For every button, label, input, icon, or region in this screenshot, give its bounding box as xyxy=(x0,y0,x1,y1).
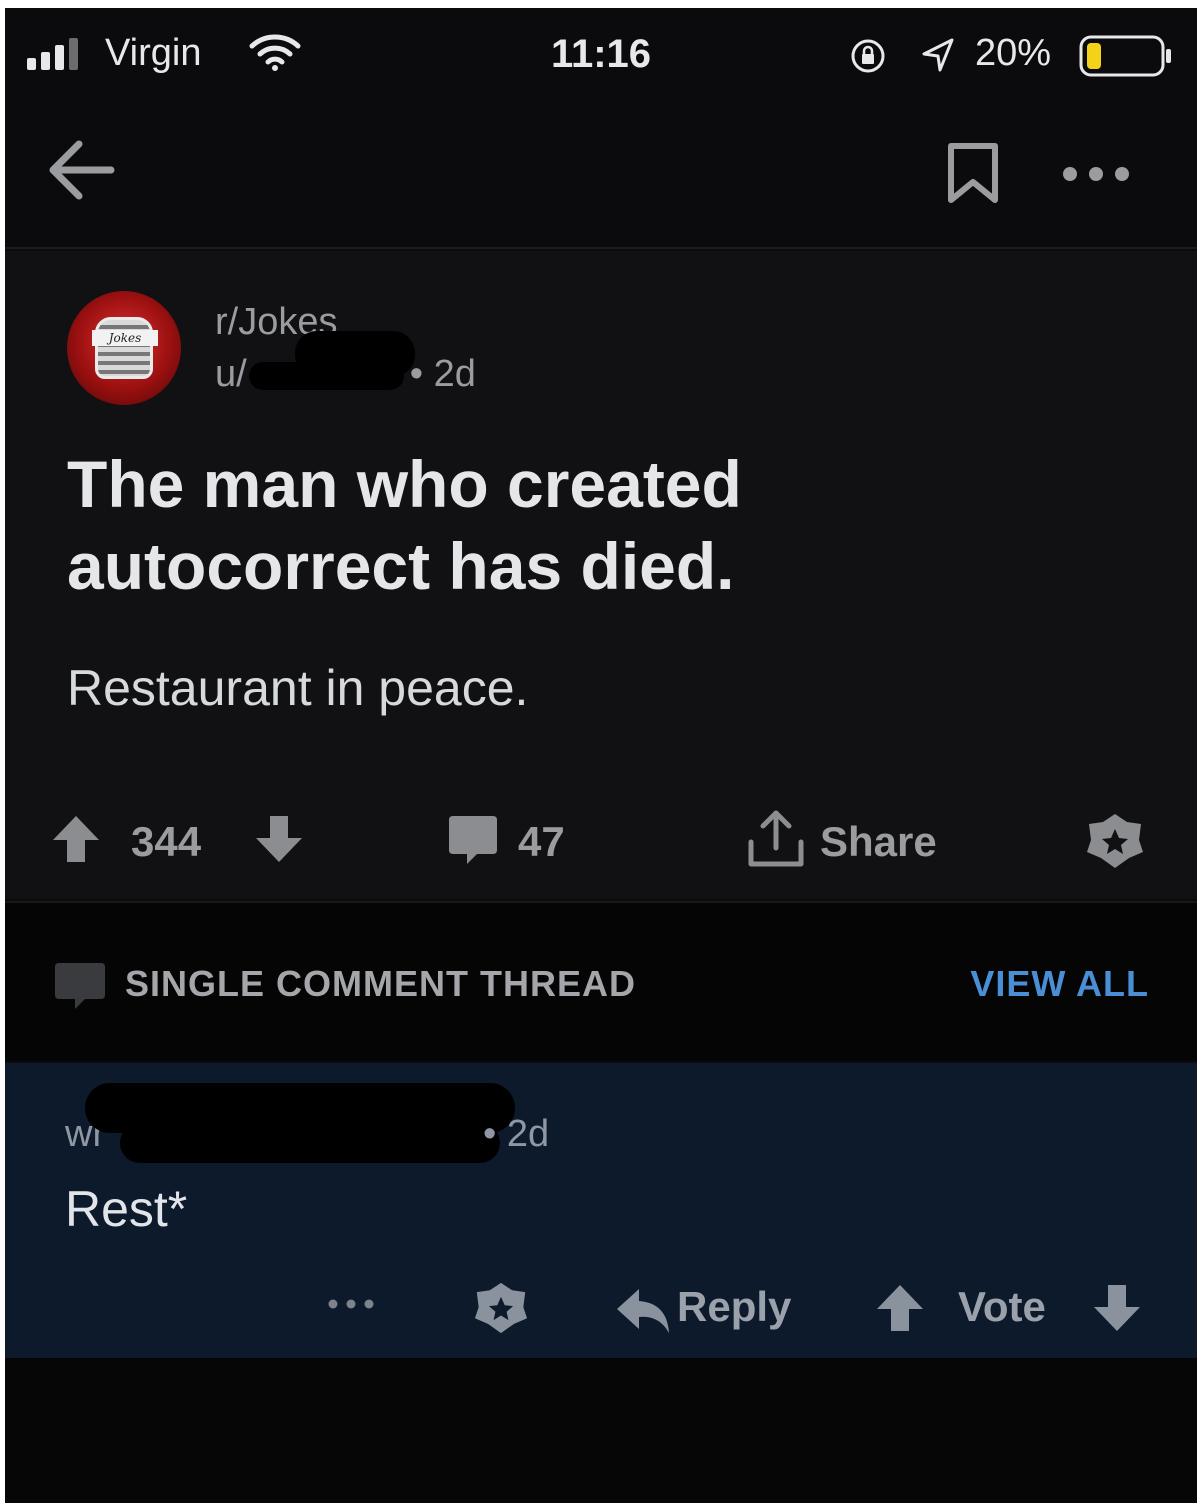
navigation-bar xyxy=(5,94,1197,249)
award-icon[interactable] xyxy=(473,1281,529,1335)
reply-button[interactable]: Reply xyxy=(677,1283,791,1331)
thread-title: SINGLE COMMENT THREAD xyxy=(125,963,636,1004)
bookmark-icon[interactable] xyxy=(943,142,1003,204)
subreddit-avatar[interactable]: Jokes xyxy=(67,291,181,405)
upvote-icon[interactable] xyxy=(49,812,103,866)
post-action-bar: 344 47 Share xyxy=(5,806,1197,876)
downvote-icon[interactable] xyxy=(252,812,306,866)
comment-bubble-icon[interactable] xyxy=(445,814,501,868)
award-icon[interactable] xyxy=(1085,812,1145,870)
highlighted-comment: wr • 2d Rest* Reply Vote xyxy=(5,1063,1197,1358)
rotation-lock-icon xyxy=(851,39,885,73)
post-title: The man who created autocorrect has died… xyxy=(67,447,742,603)
reply-arrow-icon[interactable] xyxy=(615,1285,671,1337)
username-redaction-blob xyxy=(295,331,415,377)
comment-bubble-icon xyxy=(55,963,105,1009)
view-all-button[interactable]: VIEW ALL xyxy=(970,963,1149,1005)
back-arrow-icon[interactable] xyxy=(45,134,117,206)
single-comment-thread-header: SINGLE COMMENT THREAD VIEW ALL xyxy=(5,901,1197,1061)
share-icon[interactable] xyxy=(743,808,809,874)
post-body: Restaurant in peace. xyxy=(67,660,529,716)
comment-author[interactable]: wr xyxy=(65,1083,515,1163)
post-card: Jokes r/Jokes u/• 2d The man who created… xyxy=(5,251,1197,899)
comment-age: • 2d xyxy=(483,1113,550,1155)
avatar-logo-text: Jokes xyxy=(92,330,158,346)
more-options-icon[interactable] xyxy=(1060,164,1132,184)
downvote-icon[interactable] xyxy=(1090,1281,1144,1335)
battery-icon xyxy=(1079,35,1171,77)
comment-count[interactable]: 47 xyxy=(518,818,565,866)
comment-body: Rest* xyxy=(65,1181,188,1237)
location-arrow-icon xyxy=(922,38,954,72)
share-button[interactable]: Share xyxy=(820,818,937,866)
post-score: 344 xyxy=(131,818,202,865)
upvote-icon[interactable] xyxy=(873,1281,927,1335)
empty-space xyxy=(5,1358,1197,1503)
post-age: • 2d xyxy=(409,353,476,395)
battery-percentage: 20% xyxy=(975,32,1052,74)
vote-label: Vote xyxy=(958,1283,1046,1330)
comment-more-icon[interactable] xyxy=(327,1298,375,1310)
app-screen: Virgin 11:16 20% Jokes r/Jokes u/ • 2d T… xyxy=(5,8,1197,1503)
microphone-icon: Jokes xyxy=(92,317,158,379)
post-author-line: u/ • 2d xyxy=(215,331,476,396)
username-prefix[interactable]: u/ xyxy=(215,353,247,395)
username-redaction xyxy=(120,1123,500,1163)
status-bar: Virgin 11:16 20% xyxy=(5,8,1197,94)
